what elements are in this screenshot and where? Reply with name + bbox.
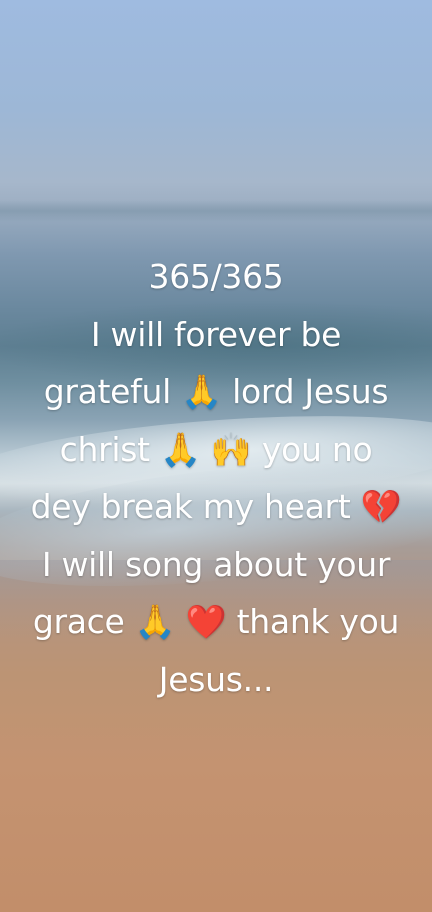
caption-line: dey break my heart 💔: [30, 487, 402, 526]
caption-line: I will forever be: [90, 314, 342, 354]
caption-line: grateful 🙏 lord Jesus: [43, 372, 389, 411]
horizon-haze: [0, 200, 432, 222]
caption-line-counter: 365/365: [148, 257, 284, 296]
caption-text: 365/365 I will forever be grateful 🙏 lor…: [0, 248, 432, 708]
caption-line: Jesus...: [158, 659, 274, 699]
caption-line: grace 🙏 ❤️ thank you: [32, 602, 400, 641]
caption-line: I will song about your: [41, 544, 391, 584]
caption-line: christ 🙏 🙌 you no: [59, 429, 373, 469]
story-frame: 365/365 I will forever be grateful 🙏 lor…: [0, 0, 432, 912]
